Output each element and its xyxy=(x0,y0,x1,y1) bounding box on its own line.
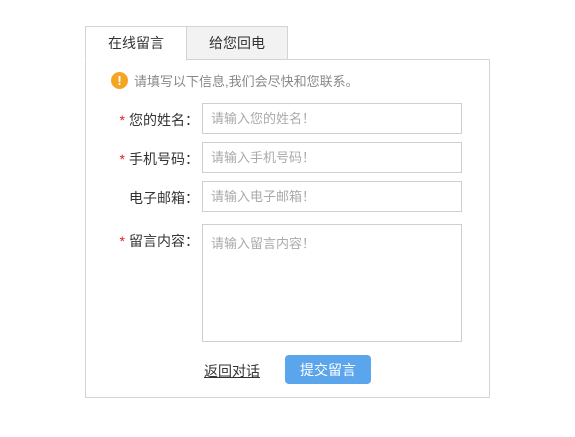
message-label: * 留言内容： xyxy=(119,233,199,249)
required-mark: * xyxy=(119,233,125,249)
name-label: * 您的姓名： xyxy=(119,112,199,128)
form-actions: 返回对话 提交留言 xyxy=(86,355,491,385)
required-mark: * xyxy=(119,151,125,167)
required-mark: * xyxy=(119,112,125,128)
name-input[interactable] xyxy=(202,103,462,134)
submit-message-button[interactable]: 提交留言 xyxy=(285,355,371,384)
notice-text: 请填写以下信息,我们会尽快和您联系。 xyxy=(134,73,359,89)
tab-callback[interactable]: 给您回电 xyxy=(186,26,288,60)
phone-label: * 手机号码： xyxy=(119,151,199,167)
email-label: 电子邮箱： xyxy=(129,190,199,206)
message-widget: 在线留言 给您回电 ! 请填写以下信息,我们会尽快和您联系。 *您的姓名： *手… xyxy=(85,26,490,398)
notice-bar: ! 请填写以下信息,我们会尽快和您联系。 xyxy=(111,70,359,90)
tab-bar: 在线留言 给您回电 xyxy=(85,26,288,61)
tab-online-message[interactable]: 在线留言 xyxy=(85,26,187,61)
email-input[interactable] xyxy=(202,181,462,212)
message-textarea[interactable] xyxy=(202,224,462,342)
phone-input[interactable] xyxy=(202,142,462,173)
exclamation-icon: ! xyxy=(111,71,128,89)
form-panel: ! 请填写以下信息,我们会尽快和您联系。 *您的姓名： *手机号码： 电子邮箱：… xyxy=(85,59,490,398)
back-to-chat-link[interactable]: 返回对话 xyxy=(204,361,260,381)
